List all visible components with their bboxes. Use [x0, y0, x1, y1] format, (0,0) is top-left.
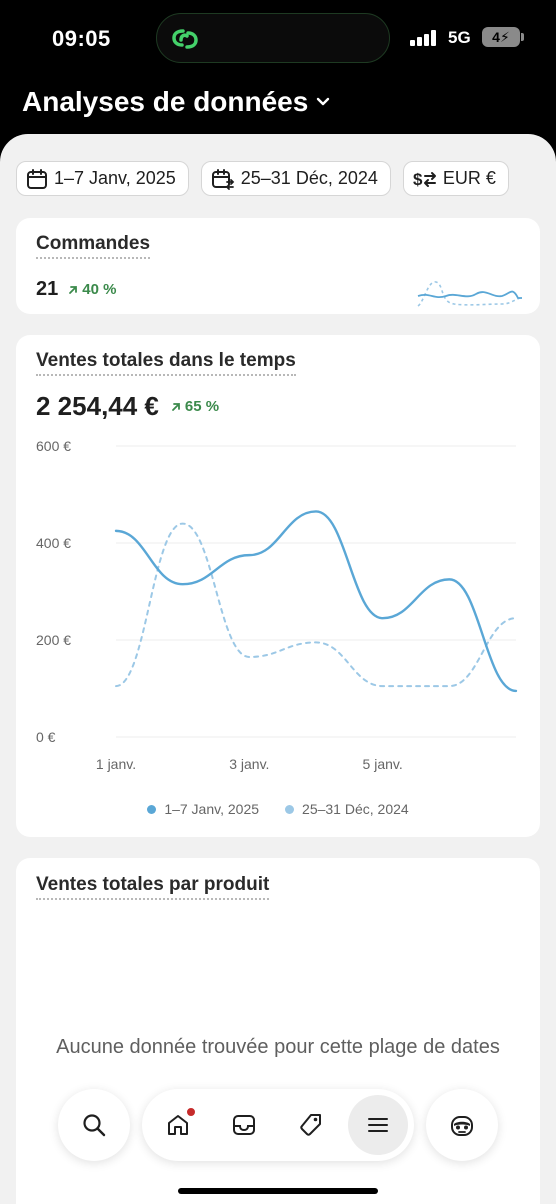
calendar-icon — [27, 168, 47, 189]
sales-line-chart: 600 € 400 € 200 € 0 € 1 janv. 3 janv. 5 janv. — [36, 438, 518, 772]
orders-value: 21 — [36, 278, 59, 300]
status-bar: 09:05 5G 4⚡ — [0, 0, 556, 80]
currency-chip[interactable]: $ EUR € — [402, 161, 509, 196]
empty-state-message: Aucune donnée trouvée pour cette plage d… — [56, 1036, 500, 1058]
arrow-up-right-icon — [69, 285, 78, 294]
x-tick-label: 1 janv. — [96, 756, 136, 772]
legend-label-previous: 25–31 Déc, 2024 — [302, 801, 409, 817]
status-time: 09:05 — [52, 26, 111, 51]
notification-badge — [186, 1107, 196, 1117]
menu-icon — [368, 1118, 388, 1132]
avatar-icon — [451, 1116, 473, 1136]
legend-item-current[interactable]: 1–7 Janv, 2025 — [147, 801, 259, 817]
series-line-current — [114, 510, 518, 693]
inbox-icon — [233, 1115, 255, 1135]
compare-range-label: 25–31 Déc, 2024 — [240, 168, 378, 188]
legend-label-current: 1–7 Janv, 2025 — [164, 801, 260, 817]
battery-level: 4 — [492, 29, 500, 45]
y-tick-label: 400 € — [36, 535, 71, 551]
product-title: Ventes totales par produit — [36, 874, 270, 900]
page-title: Analyses de données — [22, 86, 309, 117]
search-icon — [83, 1114, 106, 1137]
date-range-chip[interactable]: 1–7 Janv, 2025 — [16, 161, 189, 196]
tab-home[interactable] — [148, 1095, 208, 1155]
x-tick-label: 3 janv. — [229, 756, 269, 772]
assistant-button[interactable] — [426, 1089, 498, 1161]
page-title-dropdown[interactable]: Analyses de données — [22, 86, 330, 118]
legend-dot-previous — [285, 804, 295, 814]
compare-range-chip[interactable]: 25–31 Déc, 2024 — [200, 161, 391, 196]
dynamic-island[interactable] — [156, 13, 390, 63]
home-indicator — [178, 1188, 378, 1194]
orders-card[interactable]: Commandes 21 40 % — [16, 218, 540, 314]
tab-inbox[interactable] — [214, 1095, 274, 1155]
y-tick-label: 0 € — [36, 729, 56, 745]
y-tick-label: 600 € — [36, 438, 71, 454]
legend-item-previous[interactable]: 25–31 Déc, 2024 — [285, 801, 409, 817]
tag-icon — [300, 1114, 321, 1136]
currency-label: EUR € — [442, 168, 496, 188]
search-button[interactable] — [58, 1089, 130, 1161]
series-line-previous — [115, 522, 517, 688]
link-activity-icon — [172, 29, 198, 49]
main-tab-bar — [142, 1089, 414, 1161]
network-label: 5G — [448, 28, 471, 47]
chart-legend: 1–7 Janv, 2025 25–31 Déc, 2024 — [16, 801, 540, 817]
x-tick-label: 5 janv. — [363, 756, 403, 772]
tab-products[interactable] — [281, 1095, 341, 1155]
sales-over-time-card[interactable]: Ventes totales dans le temps 2 254,44 € … — [16, 335, 540, 837]
chevron-down-icon — [317, 97, 330, 106]
tab-menu[interactable] — [348, 1095, 408, 1155]
orders-sparkline — [417, 281, 522, 307]
analytics-sheet: 1–7 Janv, 2025 25–31 Déc, 2024 $ EUR € C… — [0, 134, 556, 1204]
svg-text:$: $ — [413, 170, 423, 189]
date-range-label: 1–7 Janv, 2025 — [54, 168, 176, 188]
battery-icon: 4⚡ — [482, 27, 524, 47]
orders-delta-value: 40 % — [82, 281, 117, 298]
y-tick-label: 200 € — [36, 632, 71, 648]
filter-bar: 1–7 Janv, 2025 25–31 Déc, 2024 $ EUR € — [16, 161, 509, 196]
calendar-compare-icon — [211, 168, 235, 190]
currency-swap-icon: $ — [413, 170, 436, 189]
signal-icon — [410, 30, 438, 46]
orders-delta: 40 % — [68, 281, 116, 298]
orders-title: Commandes — [36, 233, 151, 259]
legend-dot-current — [147, 804, 157, 814]
